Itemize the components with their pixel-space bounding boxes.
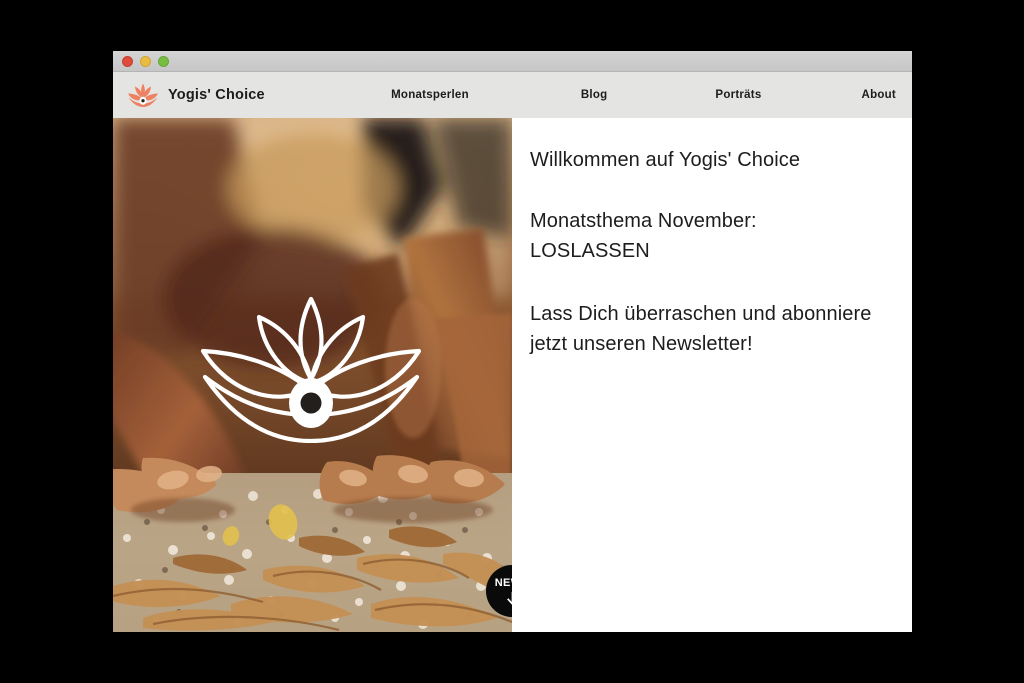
main-navigation: Monatsperlen Blog Porträts About [265,85,912,105]
nav-item-monatsperlen[interactable]: Monatsperlen [391,85,469,105]
brand-logo-link[interactable]: Yogis' Choice [127,82,265,108]
content-panel: Willkommen auf Yogis' Choice Monatsthema… [512,118,912,632]
hero-photo: NEWS [113,118,512,632]
site-body: NEWS Willkommen auf Yogis' Choice Monats… [113,118,912,632]
nav-item-blog[interactable]: Blog [581,85,608,105]
hero-photo-image [113,118,512,632]
monthly-theme-label: Monatsthema November: [530,210,757,232]
arrow-down-icon [506,589,512,605]
minimize-button[interactable] [140,55,151,67]
monthly-theme-paragraph: Monatsthema November: LOSLASSEN [530,206,882,267]
newsletter-paragraph: Lass Dich überraschen und abonniere jetz… [530,302,872,356]
zoom-button[interactable] [158,55,169,67]
nav-item-portraets[interactable]: Porträts [715,85,761,105]
news-button-label: NEWS [494,576,512,589]
window-titlebar [113,51,912,72]
brand-name: Yogis' Choice [168,87,265,103]
browser-window: Yogis' Choice Monatsperlen Blog Porträts… [113,51,912,632]
site-header: Yogis' Choice Monatsperlen Blog Porträts… [113,72,912,118]
nav-item-about[interactable]: About [862,85,896,105]
page-title: Willkommen auf Yogis' Choice [530,149,801,171]
close-button[interactable] [122,55,133,67]
monthly-theme-value: LOSLASSEN [530,240,650,263]
lotus-eye-logo-icon [127,82,159,108]
